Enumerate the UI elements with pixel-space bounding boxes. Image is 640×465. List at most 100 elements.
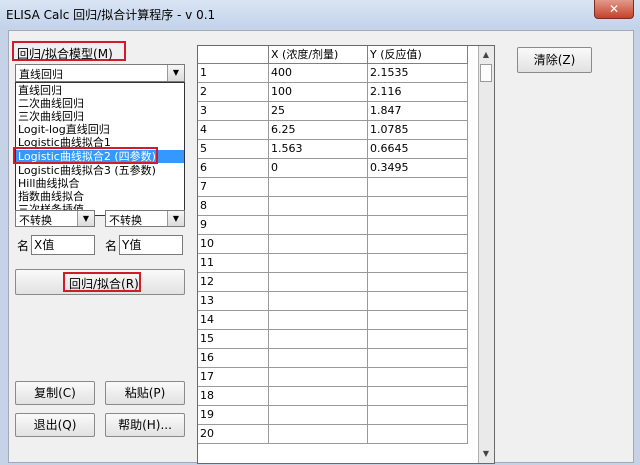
dropdown-item[interactable]: 指数曲线拟合 — [18, 190, 84, 203]
grid-row-number[interactable]: 7 — [198, 178, 269, 197]
grid-row-number[interactable]: 17 — [198, 368, 269, 387]
grid-cell-x[interactable]: 25 — [269, 102, 368, 121]
grid-row-number[interactable]: 16 — [198, 349, 269, 368]
grid-row-number[interactable]: 14 — [198, 311, 269, 330]
grid-cell-x[interactable] — [269, 425, 368, 444]
grid-cell-y[interactable]: 2.1535 — [368, 64, 468, 83]
transform-x-select[interactable]: 不转换 ▼ — [15, 210, 95, 227]
exit-button[interactable]: 退出(Q) — [15, 413, 95, 437]
grid-row-number[interactable]: 13 — [198, 292, 269, 311]
grid-cell-x[interactable]: 400 — [269, 64, 368, 83]
grid-cell-y[interactable] — [368, 368, 468, 387]
window-title: ELISA Calc 回归/拟合计算程序 - v 0.1 — [6, 8, 216, 22]
paste-button-label: 粘贴(P) — [124, 386, 166, 400]
grid-row-number[interactable]: 8 — [198, 197, 269, 216]
grid-row-number[interactable]: 20 — [198, 425, 269, 444]
grid-row-number[interactable]: 5 — [198, 140, 269, 159]
chevron-down-icon[interactable]: ▼ — [167, 65, 184, 81]
grid-cell-x[interactable] — [269, 254, 368, 273]
grid-cell-y[interactable]: 1.0785 — [368, 121, 468, 140]
help-button-label: 帮助(H)... — [118, 418, 172, 432]
grid-cell-y[interactable]: 0.3495 — [368, 159, 468, 178]
grid-cell-y[interactable] — [368, 387, 468, 406]
grid-row-number[interactable]: 15 — [198, 330, 269, 349]
grid-row-number[interactable]: 4 — [198, 121, 269, 140]
dropdown-item[interactable]: 直线回归 — [18, 84, 62, 97]
app-window: ELISA Calc 回归/拟合计算程序 - v 0.1 ✕ 回归/拟合模型(M… — [0, 0, 640, 465]
grid-cell-y[interactable] — [368, 330, 468, 349]
transform-y-value: 不转换 — [109, 214, 142, 227]
grid-cell-x[interactable]: 1.563 — [269, 140, 368, 159]
chevron-down-icon[interactable]: ▼ — [77, 211, 94, 226]
grid-column-header-x[interactable]: X (浓度/剂量) — [269, 46, 368, 64]
scroll-down-icon[interactable]: ▼ — [479, 447, 493, 461]
grid-row-number[interactable]: 1 — [198, 64, 269, 83]
fit-button[interactable]: 回归/拟合(R) — [15, 269, 185, 295]
grid-cell-x[interactable] — [269, 178, 368, 197]
selected-item-highlight — [13, 147, 158, 164]
grid-row-number[interactable]: 19 — [198, 406, 269, 425]
model-label-highlight: 回归/拟合模型(M) — [12, 41, 126, 61]
grid-cell-y[interactable]: 2.116 — [368, 83, 468, 102]
grid-row-number[interactable]: 3 — [198, 102, 269, 121]
exit-button-label: 退出(Q) — [33, 418, 77, 432]
grid-cell-y[interactable]: 1.847 — [368, 102, 468, 121]
grid-scrollbar[interactable]: ▲ ▼ — [478, 46, 494, 463]
help-button[interactable]: 帮助(H)... — [105, 413, 185, 437]
grid-cell-y[interactable] — [368, 292, 468, 311]
grid-cell-y[interactable] — [368, 254, 468, 273]
grid-cell-x[interactable] — [269, 273, 368, 292]
grid-cell-x[interactable]: 100 — [269, 83, 368, 102]
grid-cell-x[interactable]: 0 — [269, 159, 368, 178]
fit-button-highlight: 回归/拟合(R) — [63, 272, 141, 292]
grid-cell-x[interactable] — [269, 216, 368, 235]
grid-cell-y[interactable] — [368, 273, 468, 292]
grid-row-number[interactable]: 12 — [198, 273, 269, 292]
name-x-input[interactable]: X值 — [31, 235, 95, 255]
grid-row-number[interactable]: 18 — [198, 387, 269, 406]
grid-row-number[interactable]: 9 — [198, 216, 269, 235]
grid-row-number[interactable]: 10 — [198, 235, 269, 254]
grid-cell-y[interactable] — [368, 235, 468, 254]
grid-cell-y[interactable] — [368, 406, 468, 425]
copy-button[interactable]: 复制(C) — [15, 381, 95, 405]
grid-cell-y[interactable] — [368, 349, 468, 368]
grid-cell-y[interactable] — [368, 197, 468, 216]
dropdown-item[interactable]: Logit-log直线回归 — [18, 123, 110, 136]
name-y-input[interactable]: Y值 — [119, 235, 183, 255]
grid-cell-x[interactable] — [269, 349, 368, 368]
grid-row-number[interactable]: 6 — [198, 159, 269, 178]
close-button[interactable]: ✕ — [594, 0, 634, 19]
grid-cell-y[interactable] — [368, 311, 468, 330]
name-x-label: 名 — [17, 239, 30, 253]
data-grid[interactable]: X (浓度/剂量) Y (反应值) 1 400 2.1535 2 100 2.116 3 25… — [197, 45, 495, 464]
grid-cell-x[interactable] — [269, 330, 368, 349]
grid-cell-y[interactable]: 0.6645 — [368, 140, 468, 159]
title-bar[interactable]: ELISA Calc 回归/拟合计算程序 - v 0.1 ✕ — [0, 0, 640, 28]
dropdown-item[interactable]: 三次曲线回归 — [18, 110, 84, 123]
dropdown-item[interactable]: Logistic曲线拟合3 (五参数) — [18, 164, 156, 177]
grid-cell-x[interactable] — [269, 235, 368, 254]
grid-cell-x[interactable] — [269, 311, 368, 330]
grid-cell-x[interactable]: 6.25 — [269, 121, 368, 140]
scroll-thumb[interactable] — [480, 64, 492, 82]
grid-cell-x[interactable] — [269, 292, 368, 311]
dropdown-item[interactable]: Hill曲线拟合 — [18, 177, 79, 190]
grid-cell-y[interactable] — [368, 216, 468, 235]
grid-column-header-y[interactable]: Y (反应值) — [368, 46, 468, 64]
grid-cell-x[interactable] — [269, 368, 368, 387]
transform-y-select[interactable]: 不转换 ▼ — [105, 210, 185, 227]
grid-cell-x[interactable] — [269, 406, 368, 425]
grid-cell-y[interactable] — [368, 178, 468, 197]
grid-row-number[interactable]: 11 — [198, 254, 269, 273]
paste-button[interactable]: 粘贴(P) — [105, 381, 185, 405]
grid-cell-y[interactable] — [368, 425, 468, 444]
model-select[interactable]: 直线回归 ▼ — [15, 64, 185, 82]
chevron-down-icon[interactable]: ▼ — [167, 211, 184, 226]
grid-cell-x[interactable] — [269, 197, 368, 216]
clear-button[interactable]: 清除(Z) — [517, 47, 592, 73]
grid-row-number[interactable]: 2 — [198, 83, 269, 102]
scroll-up-icon[interactable]: ▲ — [479, 48, 493, 62]
dropdown-item[interactable]: 二次曲线回归 — [18, 97, 84, 110]
grid-cell-x[interactable] — [269, 387, 368, 406]
